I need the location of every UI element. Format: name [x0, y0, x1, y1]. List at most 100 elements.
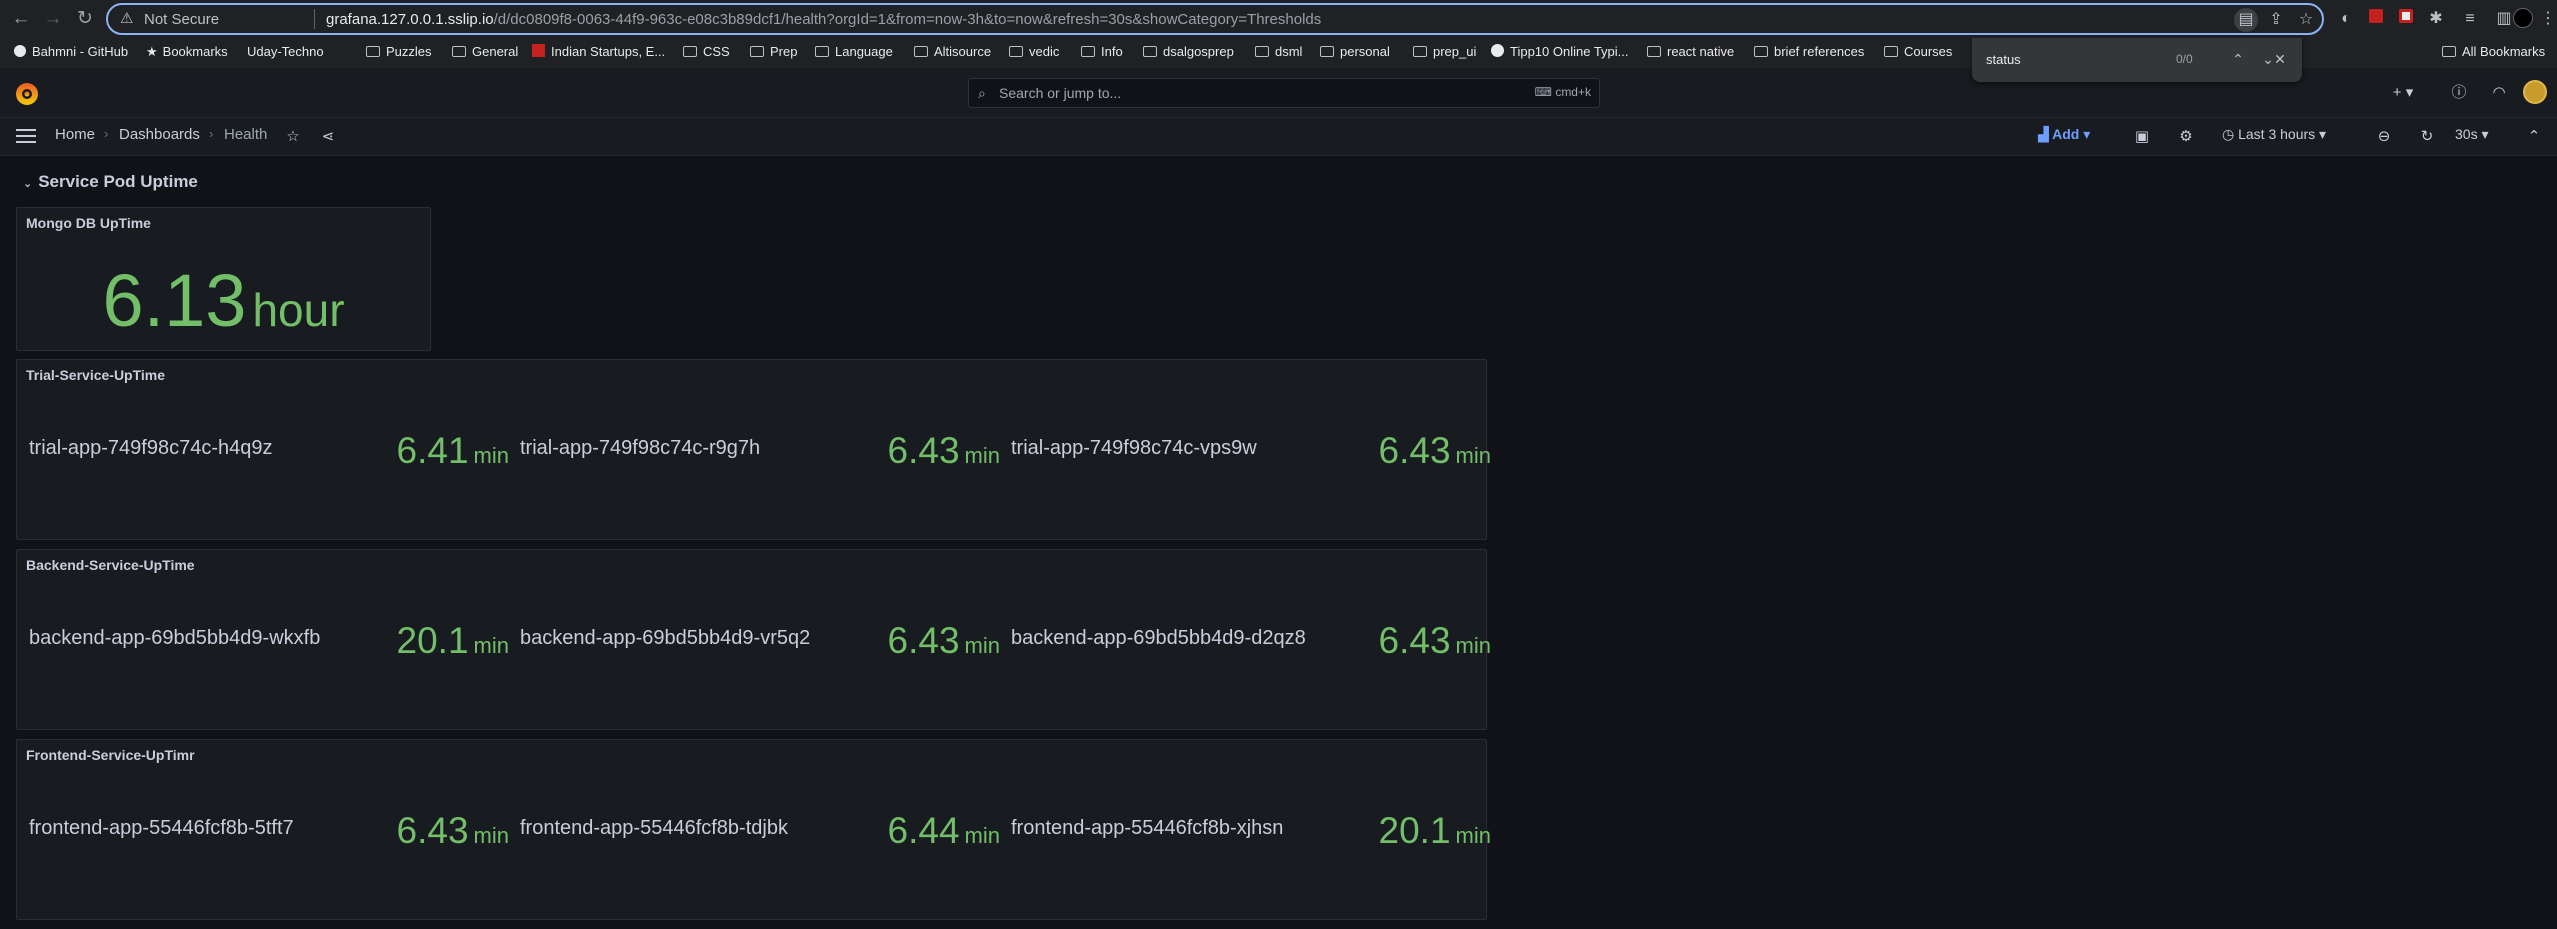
folder-icon [1081, 46, 1095, 57]
save-icon[interactable]: ▣ [2131, 127, 2153, 147]
add-button[interactable]: ▟ Add ▾ [2038, 126, 2090, 148]
chevron-up-icon[interactable]: ⌃ [2523, 127, 2545, 147]
bookmark-language[interactable]: Language [815, 44, 893, 59]
gear-icon[interactable]: ⚙ [2175, 127, 2197, 147]
folder-icon [2442, 46, 2456, 57]
star-icon[interactable]: ☆ [282, 127, 304, 147]
stat-value: 6.43 min [1378, 620, 1491, 661]
reload-icon[interactable]: ↻ [72, 6, 98, 32]
refresh-icon[interactable]: ↻ [2416, 127, 2438, 147]
address-bar[interactable]: ⚠ Not Secure grafana.127.0.0.1.sslip.io/… [106, 3, 2324, 35]
bookmark-personal[interactable]: personal [1320, 44, 1390, 59]
panel-backend-service-uptime[interactable]: Backend-Service-UpTime backend-app-69bd5… [16, 549, 1491, 730]
dashboard-toolbar: Home › Dashboards › Health ☆ ⋖ ▟ Add ▾ ▣… [0, 118, 2557, 156]
stat-cell: backend-app-69bd5bb4d9-wkxfb 20.1 min [29, 620, 509, 661]
stat-value: 6.13 hour [102, 259, 345, 342]
extension-pdf-icon[interactable] [2365, 8, 2387, 30]
browser-toolbar: ← → ↻ ⚠ Not Secure grafana.127.0.0.1.ssl… [0, 0, 2557, 38]
bookmark-courses[interactable]: Courses [1884, 44, 1952, 59]
back-arrow-icon[interactable]: ← [8, 6, 34, 32]
stat-value: 6.44 min [887, 810, 1000, 851]
bookmark-dsalgosprep[interactable]: dsalgosprep [1143, 44, 1234, 59]
row-header-service-pod-uptime[interactable]: ⌄ Service Pod Uptime [23, 172, 198, 192]
bookmark-react-native[interactable]: react native [1647, 44, 1734, 59]
stat-cell: trial-app-749f98c74c-r9g7h 6.43 min [520, 430, 1000, 471]
user-avatar[interactable] [2523, 80, 2547, 104]
star-icon[interactable]: ☆ [2294, 8, 2318, 32]
news-rss-icon[interactable]: ◠ [2488, 82, 2510, 104]
security-label: Not Secure [144, 11, 220, 28]
folder-icon [1413, 46, 1427, 57]
search-input[interactable] [999, 84, 1459, 102]
bookmark-vedic[interactable]: vedic [1009, 44, 1059, 59]
stat-value: 6.43 min [1378, 430, 1491, 471]
bookmark-indian-startups[interactable]: Indian Startups, E... [532, 44, 665, 59]
search-bar[interactable]: ⌕ ⌨ cmd+k [968, 78, 1600, 108]
folder-icon [1754, 46, 1768, 57]
bookmark-altisource[interactable]: Altisource [914, 44, 991, 59]
bookmark-puzzles[interactable]: Puzzles [366, 44, 432, 59]
find-in-page-popup: status 0/0 ⌃ ⌄ ✕ [1972, 38, 2302, 82]
bookmark-bahmni[interactable]: Bahmni - GitHub [14, 44, 128, 59]
breadcrumb-home[interactable]: Home [55, 126, 95, 143]
url-text[interactable]: grafana.127.0.0.1.sslip.io/d/dc0809f8-00… [326, 11, 1321, 28]
bookmark-css[interactable]: CSS [683, 44, 730, 59]
chevron-right-icon: › [209, 126, 214, 141]
page-info-icon[interactable]: ▤ [2234, 8, 2258, 32]
profile-circle-icon[interactable] [2512, 8, 2534, 30]
stat-cell: backend-app-69bd5bb4d9-vr5q2 6.43 min [520, 620, 1000, 661]
folder-icon [1884, 46, 1898, 57]
stat-value: 6.43 min [887, 430, 1000, 471]
time-range-picker[interactable]: ◷ Last 3 hours ▾ [2222, 126, 2326, 143]
grafana-logo-icon[interactable] [14, 81, 40, 107]
refresh-interval-picker[interactable]: 30s ▾ [2455, 126, 2489, 143]
reading-list-icon[interactable] [2429, 8, 2451, 30]
bookmark-uday-techno[interactable]: Uday-Techno [247, 44, 324, 59]
bookmark-prep[interactable]: Prep [750, 44, 797, 59]
pod-name: backend-app-69bd5bb4d9-vr5q2 [520, 627, 811, 649]
bookmark-bookmarks[interactable]: ★ Bookmarks [146, 44, 228, 60]
globe-icon [1491, 44, 1504, 57]
folder-icon [1255, 46, 1269, 57]
stat-value: 6.43 min [396, 810, 509, 851]
zoom-out-icon[interactable]: ⊖ [2373, 127, 2395, 147]
bookmark-brief-references[interactable]: brief references [1754, 44, 1864, 59]
search-shortcut: ⌨ cmd+k [1534, 85, 1591, 99]
share-icon[interactable]: ⇪ [2264, 8, 2288, 32]
bookmark-info[interactable]: Info [1081, 44, 1123, 59]
help-icon[interactable]: ⓘ [2448, 82, 2470, 104]
chevron-down-icon: ⌄ [23, 178, 33, 190]
find-input[interactable]: status [1986, 52, 2021, 67]
breadcrumb-health: Health [224, 126, 268, 143]
folder-icon [750, 46, 764, 57]
folder-icon [914, 46, 928, 57]
find-close-icon[interactable]: ✕ [2270, 49, 2290, 69]
bookmark-tipp10[interactable]: Tipp10 Online Typi... [1491, 44, 1629, 59]
browser-menu-icon[interactable]: ⋮ [2537, 8, 2557, 30]
stat-value: 6.41 min [396, 430, 509, 471]
folder-icon [1320, 46, 1334, 57]
panel-mongo-uptime[interactable]: Mongo DB UpTime 6.13 hour [16, 207, 431, 351]
pod-name: frontend-app-55446fcf8b-xjhsn [1011, 817, 1284, 839]
extension-red-icon[interactable] [2395, 8, 2417, 30]
all-bookmarks[interactable]: All Bookmarks [2442, 44, 2545, 59]
stat-cell: frontend-app-55446fcf8b-xjhsn 20.1 min [1011, 810, 1491, 851]
panel-frontend-service-uptime[interactable]: Frontend-Service-UpTimr frontend-app-554… [16, 739, 1491, 920]
menu-hamburger-icon[interactable] [16, 129, 36, 143]
extension-circle-icon[interactable]: ◐ [2335, 8, 2357, 30]
stat-value: 20.1 min [396, 620, 509, 661]
sidebar-toggle-icon[interactable] [2463, 8, 2485, 30]
breadcrumb-dashboards[interactable]: Dashboards [119, 126, 200, 143]
new-plus-icon[interactable]: + ▾ [2386, 82, 2420, 104]
stat-cell: backend-app-69bd5bb4d9-d2qz8 6.43 min [1011, 620, 1491, 661]
forward-arrow-icon[interactable]: → [40, 6, 66, 32]
stat-cell: frontend-app-55446fcf8b-tdjbk 6.44 min [520, 810, 1000, 851]
share-icon[interactable]: ⋖ [317, 127, 339, 147]
panel-trial-service-uptime[interactable]: Trial-Service-UpTime trial-app-749f98c74… [16, 359, 1491, 540]
bookmark-dsml[interactable]: dsml [1255, 44, 1302, 59]
pod-name: backend-app-69bd5bb4d9-wkxfb [29, 627, 321, 649]
bookmark-general[interactable]: General [452, 44, 518, 59]
chevron-right-icon: › [104, 126, 109, 141]
bookmark-prep-ui[interactable]: prep_ui [1413, 44, 1476, 59]
search-icon: ⌕ [978, 85, 986, 101]
